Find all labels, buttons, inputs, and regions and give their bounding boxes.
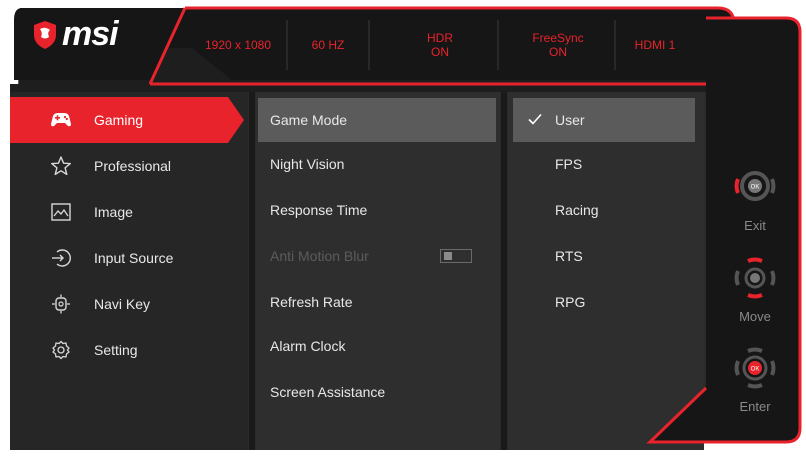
ok-text: OK [751, 367, 760, 373]
option-fps[interactable]: FPS [513, 142, 695, 186]
option-label: RPG [555, 294, 586, 310]
sidebar-item-label: Professional [94, 158, 172, 174]
menu-item-screen-assistance[interactable]: Screen Assistance [258, 370, 496, 414]
menu-item-response-time[interactable]: Response Time [258, 188, 496, 232]
menu-item-label: Refresh Rate [270, 294, 353, 310]
sidebar-item-input-source[interactable]: Input Source [10, 235, 242, 281]
checkmark-icon [528, 113, 542, 125]
option-rpg[interactable]: RPG [513, 280, 695, 324]
sidebar-item-label: Navi Key [94, 296, 151, 312]
sidebar-item-label: Input Source [94, 250, 174, 266]
move-label: Move [739, 309, 771, 324]
sidebar-item-image[interactable]: Image [10, 189, 242, 235]
msi-dragon-logo-icon [34, 21, 56, 49]
menu-item-label: Night Vision [270, 156, 345, 172]
image-icon [51, 203, 71, 221]
freesync-value: ON [549, 45, 567, 59]
sidebar-item-professional[interactable]: Professional [10, 143, 242, 189]
enter-control-icon: OK [734, 347, 776, 389]
msi-logo-text: msi [62, 15, 119, 53]
toggle-knob [444, 252, 452, 260]
enter-label: Enter [739, 399, 771, 414]
menu-item-alarm-clock[interactable]: Alarm Clock [258, 324, 496, 368]
sidebar-item-label: Setting [94, 342, 138, 358]
sidebar-item-setting[interactable]: Setting [10, 327, 242, 373]
menu-item-anti-motion-blur: Anti Motion Blur [258, 234, 496, 278]
move-control-icon [734, 257, 776, 299]
menu-item-game-mode[interactable]: Game Mode [258, 98, 496, 142]
exit-control-icon: OK [734, 171, 776, 201]
hdr-label: HDR [427, 31, 453, 45]
ok-text: OK [751, 185, 760, 191]
menu-item-label: Screen Assistance [270, 384, 386, 400]
menu-item-label: Anti Motion Blur [270, 248, 369, 264]
star-icon [51, 156, 71, 176]
osd-menu: msi 1920 x 1080 60 HZ HDR ON FreeSync ON… [0, 0, 806, 457]
option-user[interactable]: User [513, 98, 695, 142]
gear-icon [52, 340, 70, 360]
option-label: Racing [555, 202, 599, 218]
freesync-label: FreeSync [532, 31, 584, 45]
menu-item-label: Game Mode [270, 112, 348, 128]
sidebar-item-label: Gaming [94, 112, 144, 128]
menu-item-night-vision[interactable]: Night Vision [258, 142, 496, 186]
option-label: RTS [555, 248, 583, 264]
option-label: FPS [555, 156, 583, 172]
gamepad-icon [51, 113, 71, 127]
hdr-value: ON [431, 45, 449, 59]
exit-label: Exit [744, 218, 766, 233]
menu-item-refresh-rate[interactable]: Refresh Rate [258, 280, 496, 324]
refresh-rate-indicator: 60 HZ [311, 38, 345, 52]
navi-key-icon [52, 294, 70, 314]
resolution-indicator: 1920 x 1080 [204, 38, 272, 52]
option-rts[interactable]: RTS [513, 234, 695, 278]
sidebar-item-navi-key[interactable]: Navi Key [10, 281, 242, 327]
menu-item-label: Alarm Clock [270, 338, 346, 354]
option-racing[interactable]: Racing [513, 188, 695, 232]
sidebar-item-gaming[interactable]: Gaming [10, 97, 244, 143]
anti-motion-blur-toggle [440, 249, 472, 263]
option-label: User [555, 112, 585, 128]
input-source-icon [52, 249, 71, 267]
input-indicator: HDMI 1 [634, 38, 676, 52]
menu-item-label: Response Time [270, 202, 368, 218]
sidebar-item-label: Image [94, 204, 133, 220]
